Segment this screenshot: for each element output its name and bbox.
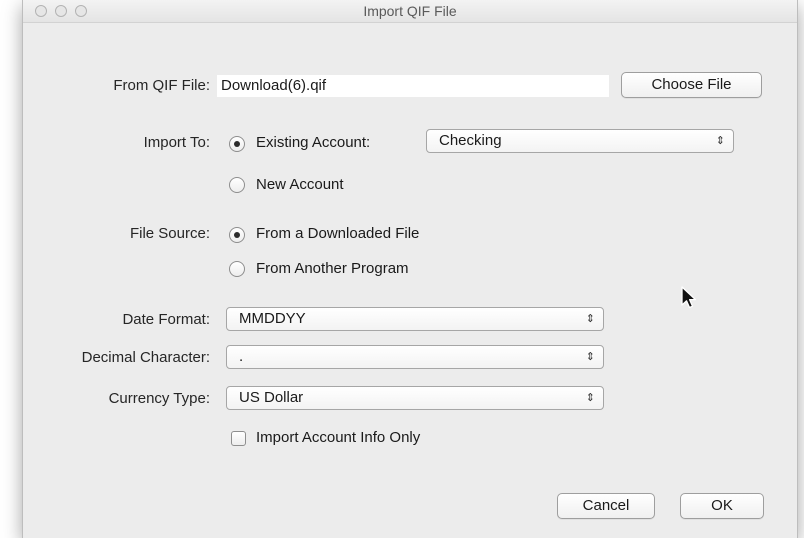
window-title: Import QIF File — [363, 3, 457, 19]
downloaded-file-label[interactable]: From a Downloaded File — [256, 225, 419, 242]
new-account-label[interactable]: New Account — [256, 176, 344, 193]
account-info-only-label[interactable]: Import Account Info Only — [256, 429, 420, 446]
another-program-radio[interactable] — [229, 261, 245, 277]
currency-type-value: US Dollar — [239, 389, 304, 406]
account-select[interactable]: Checking ⇕ — [426, 129, 734, 153]
file-source-label: File Source: — [129, 225, 210, 242]
existing-account-radio[interactable] — [229, 136, 245, 152]
downloaded-file-radio[interactable] — [229, 227, 245, 243]
from-qif-label: From QIF File: — [113, 77, 210, 94]
mouse-pointer-icon — [681, 286, 697, 309]
decimal-character-select[interactable]: . ⇕ — [226, 345, 604, 369]
radio-selected-dot — [234, 141, 240, 147]
ok-button[interactable]: OK — [680, 493, 764, 519]
select-arrows-icon: ⇕ — [585, 351, 595, 363]
import-to-label: Import To: — [143, 134, 210, 151]
cancel-button[interactable]: Cancel — [557, 493, 655, 519]
date-format-label: Date Format: — [122, 311, 210, 328]
import-qif-dialog: Import QIF File From QIF File: Download(… — [22, 0, 798, 538]
radio-selected-dot — [234, 232, 240, 238]
new-account-radio[interactable] — [229, 177, 245, 193]
account-info-only-checkbox[interactable] — [231, 431, 246, 446]
select-arrows-icon: ⇕ — [715, 135, 725, 147]
currency-type-label: Currency Type: — [108, 390, 210, 407]
title-bar: Import QIF File — [23, 0, 797, 23]
date-format-select[interactable]: MMDDYY ⇕ — [226, 307, 604, 331]
existing-account-label[interactable]: Existing Account: — [256, 134, 370, 151]
account-select-value: Checking — [439, 132, 502, 149]
date-format-value: MMDDYY — [239, 310, 306, 327]
qif-file-path-field[interactable]: Download(6).qif — [217, 75, 609, 97]
currency-type-select[interactable]: US Dollar ⇕ — [226, 386, 604, 410]
decimal-character-value: . — [239, 348, 244, 365]
select-arrows-icon: ⇕ — [585, 313, 595, 325]
choose-file-button[interactable]: Choose File — [621, 72, 762, 98]
select-arrows-icon: ⇕ — [585, 392, 595, 404]
another-program-label[interactable]: From Another Program — [256, 260, 409, 277]
decimal-character-label: Decimal Character: — [81, 349, 210, 366]
